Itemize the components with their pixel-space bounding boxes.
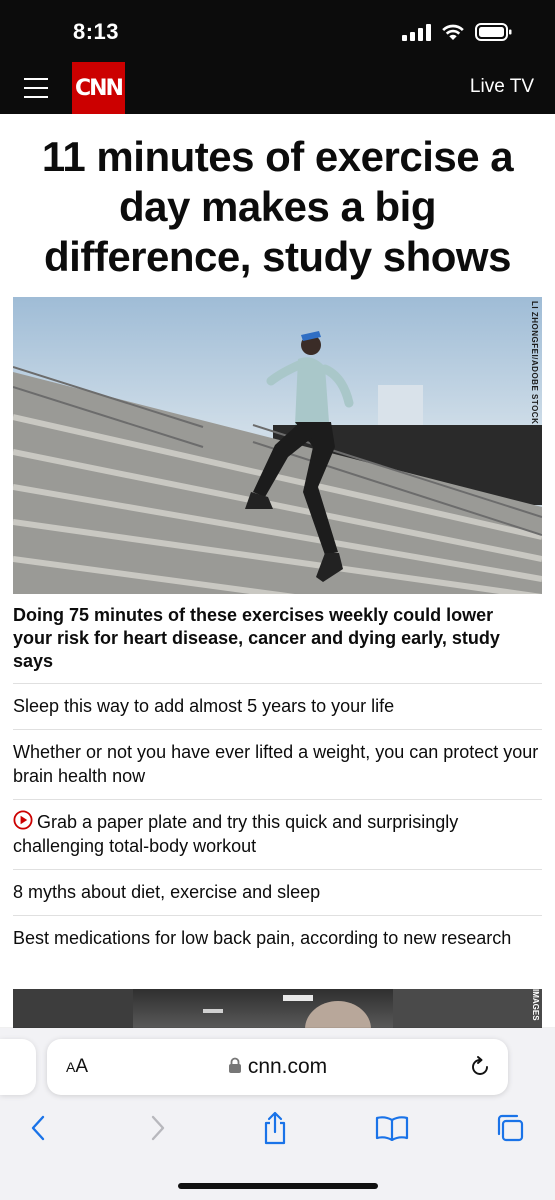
play-circle-icon xyxy=(13,810,33,830)
image-credit: IMAGES xyxy=(531,989,540,1021)
home-indicator[interactable] xyxy=(178,1183,378,1189)
bookmarks-button[interactable] xyxy=(370,1108,414,1148)
chevron-left-icon xyxy=(31,1115,45,1141)
related-story-item[interactable]: Sleep this way to add almost 5 years to … xyxy=(13,683,542,729)
back-button[interactable] xyxy=(16,1108,60,1148)
status-time: 8:13 xyxy=(73,19,120,44)
wifi-icon xyxy=(442,24,464,40)
related-story-text: Whether or not you have ever lifted a we… xyxy=(13,742,539,786)
related-stories-list: Sleep this way to add almost 5 years to … xyxy=(13,683,542,961)
status-icons xyxy=(402,22,513,42)
live-tv-link[interactable]: Live TV xyxy=(470,76,534,98)
related-story-item[interactable]: Best medications for low back pain, acco… xyxy=(13,915,542,961)
browser-nav-row xyxy=(0,1108,555,1148)
image-credit: LI ZHONGFEI/ADOBE STOCK xyxy=(530,301,539,425)
related-story-text: 8 myths about diet, exercise and sleep xyxy=(13,882,321,902)
previous-tab-edge[interactable] xyxy=(0,1039,36,1095)
related-story-text: Grab a paper plate and try this quick an… xyxy=(13,812,459,856)
share-button[interactable] xyxy=(253,1108,297,1148)
site-header: CNN Live TV xyxy=(0,62,555,114)
tabs-icon xyxy=(497,1114,524,1142)
battery-icon xyxy=(475,23,512,41)
forward-button[interactable] xyxy=(136,1108,180,1148)
related-story-item[interactable]: 8 myths about diet, exercise and sleep xyxy=(13,869,542,915)
chevron-right-icon xyxy=(151,1115,165,1141)
hero-image[interactable]: LI ZHONGFEI/ADOBE STOCK xyxy=(13,297,542,594)
status-bar: 8:13 xyxy=(0,0,555,62)
browser-toolbar: AA cnn.com xyxy=(0,1028,555,1200)
address-bar[interactable]: AA cnn.com xyxy=(47,1039,508,1095)
url-display[interactable]: cnn.com xyxy=(47,1055,508,1079)
hamburger-menu-icon[interactable] xyxy=(24,78,48,98)
related-story-text: Sleep this way to add almost 5 years to … xyxy=(13,696,395,716)
tabs-button[interactable] xyxy=(488,1108,532,1148)
url-text: cnn.com xyxy=(247,1055,328,1078)
book-icon xyxy=(375,1116,409,1141)
hero-illustration xyxy=(13,331,542,594)
second-image-illustration xyxy=(13,989,542,1029)
related-story-item[interactable]: Grab a paper plate and try this quick an… xyxy=(13,799,542,869)
lock-icon xyxy=(228,1057,241,1073)
cellular-signal-icon xyxy=(402,23,431,41)
second-article-image[interactable]: IMAGES xyxy=(13,989,542,1029)
reload-icon[interactable] xyxy=(469,1056,491,1078)
related-story-item[interactable]: Whether or not you have ever lifted a we… xyxy=(13,729,542,799)
related-story-text: Best medications for low back pain, acco… xyxy=(13,928,512,948)
cnn-logo[interactable]: CNN xyxy=(72,62,125,114)
hero-caption-link[interactable]: Doing 75 minutes of these exercises week… xyxy=(13,604,533,673)
article-headline[interactable]: 11 minutes of exercise a day makes a big… xyxy=(12,132,543,282)
share-icon xyxy=(264,1111,286,1145)
